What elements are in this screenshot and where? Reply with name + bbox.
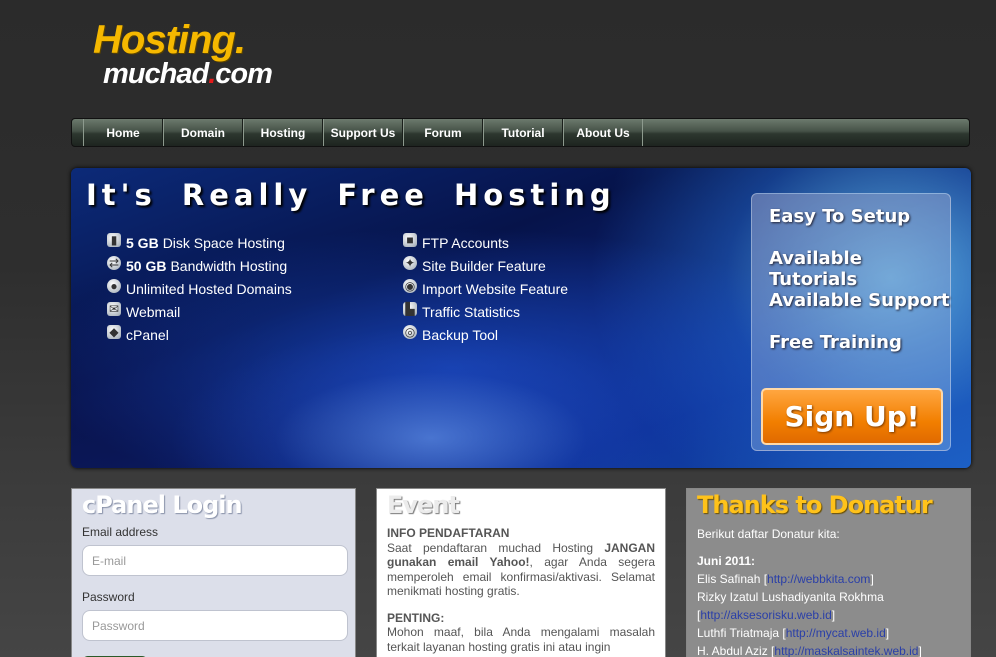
- main-nav: Home Domain Hosting Support Us Forum Tut…: [71, 118, 970, 147]
- cpanel-login-title: cPanel Login: [82, 491, 243, 519]
- feature-item: ▮ 5 GB Disk Space Hosting: [107, 231, 292, 254]
- nav-about-us[interactable]: About Us: [563, 119, 643, 146]
- email-label: Email address: [82, 525, 159, 539]
- feature-item: ▙ Traffic Statistics: [403, 300, 568, 323]
- site-logo[interactable]: Hosting. muchad.com: [93, 18, 293, 93]
- perk-easy-setup: Easy To Setup: [769, 206, 911, 227]
- nav-tutorial[interactable]: Tutorial: [483, 119, 563, 146]
- nav-support-us[interactable]: Support Us: [323, 119, 403, 146]
- donor-item: Elis Safinah [http://webbkita.com]: [697, 572, 874, 586]
- perks-panel: Easy To Setup Available Tutorials Availa…: [751, 193, 951, 451]
- nav-hosting[interactable]: Hosting: [243, 119, 323, 146]
- nav-domain[interactable]: Domain: [163, 119, 243, 146]
- donor-link[interactable]: http://aksesorisku.web.id: [700, 608, 831, 622]
- penting-heading: PENTING:: [387, 610, 445, 625]
- donor-item: H. Abdul Aziz [http://maskalsaintek.web.…: [697, 644, 922, 657]
- password-field[interactable]: [82, 610, 348, 641]
- sign-up-button[interactable]: Sign Up!: [761, 388, 943, 445]
- chart-icon: ▙: [403, 301, 417, 316]
- logo-domain-text: muchad.com: [103, 58, 273, 90]
- event-content: INFO PENDAFTARAN Saat pendaftaran muchad…: [387, 526, 655, 654]
- mail-icon: ✉: [107, 301, 121, 316]
- donor-item: Luthfi Triatmaja [http://mycat.web.id]: [697, 626, 890, 640]
- banner-title: It's Really Free Hosting: [86, 178, 616, 212]
- feature-item: ◉ Import Website Feature: [403, 278, 569, 297]
- donatur-period: Juni 2011:: [697, 554, 756, 568]
- donor-link[interactable]: http://mycat.web.id: [786, 626, 886, 640]
- feature-item: ● Unlimited Hosted Domains: [107, 277, 292, 300]
- password-label: Password: [82, 590, 135, 604]
- perk-support: Available Support: [769, 290, 950, 311]
- cube-icon: ◆: [107, 324, 121, 339]
- donatur-title: Thanks to Donatur: [697, 491, 933, 519]
- info-heading: INFO PENDAFTARAN: [387, 526, 510, 540]
- builder-icon: ✦: [403, 255, 417, 270]
- logo-hosting-text: Hosting.: [93, 18, 246, 62]
- hero-banner: It's Really Free Hosting ▮ 5 GB Disk Spac…: [71, 168, 971, 468]
- feature-item: ◆ cPanel: [107, 323, 292, 346]
- event-box: Event INFO PENDAFTARAN Saat pendaftaran …: [376, 488, 666, 657]
- cpanel-login-box: cPanel Login Email address Password: [71, 488, 356, 657]
- donatur-box: Thanks to Donatur Berikut daftar Donatur…: [686, 488, 971, 657]
- perk-training: Free Training: [769, 332, 902, 353]
- globe-icon: ●: [107, 278, 121, 293]
- feature-list-left: ▮ 5 GB Disk Space Hosting ⇄ 50 GB Bandwidt…: [107, 231, 292, 346]
- feature-item: ◎ Backup Tool: [403, 324, 499, 343]
- disk-icon: ▮: [107, 232, 121, 247]
- feature-list-right: ■ FTP Accounts ✦ Site Builder Feature ◉ …: [403, 231, 568, 346]
- nav-home[interactable]: Home: [83, 119, 163, 146]
- donor-link[interactable]: http://maskalsaintek.web.id: [774, 644, 918, 657]
- bandwidth-icon: ⇄: [107, 255, 121, 270]
- feature-item: ⇄ 50 GB Bandwidth Hosting: [107, 255, 288, 274]
- backup-icon: ◎: [403, 324, 417, 339]
- perk-tutorials: Available Tutorials: [769, 248, 862, 290]
- email-field[interactable]: [82, 545, 348, 576]
- box-icon: ■: [403, 232, 417, 247]
- feature-item: ✦ Site Builder Feature: [403, 255, 546, 274]
- donor-item: Rizky Izatul Lushadiyanita Rokhma [http:/…: [697, 590, 884, 622]
- nav-forum[interactable]: Forum: [403, 119, 483, 146]
- event-title: Event: [387, 491, 460, 519]
- donatur-content: Berikut daftar Donatur kita: Juni 2011: …: [697, 525, 960, 657]
- import-icon: ◉: [403, 278, 417, 293]
- donor-link[interactable]: http://webbkita.com: [767, 572, 870, 586]
- donatur-intro: Berikut daftar Donatur kita:: [697, 527, 840, 541]
- feature-item: ■ FTP Accounts: [403, 231, 568, 254]
- feature-item: ✉ Webmail: [107, 301, 181, 320]
